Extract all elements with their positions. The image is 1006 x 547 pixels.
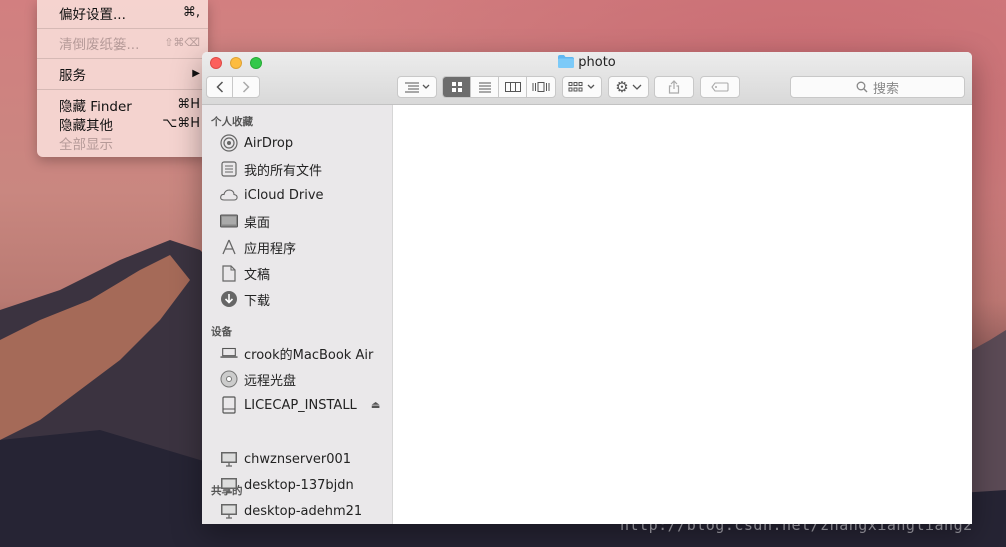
list-view-button[interactable] bbox=[471, 77, 499, 97]
submenu-arrow-icon: ▶ bbox=[192, 68, 200, 79]
menu-item-hide-finder[interactable]: 隐藏 Finder ⌘H bbox=[59, 95, 200, 115]
desktop-icon bbox=[220, 212, 238, 230]
sidebar-item-remote-disc[interactable]: 远程光盘 bbox=[220, 369, 296, 389]
menu-item-empty-trash[interactable]: 清倒废纸篓... ⇧⌘⌫ bbox=[59, 33, 200, 53]
icon-view-button[interactable] bbox=[443, 77, 471, 97]
search-field[interactable]: 搜索 bbox=[790, 76, 965, 98]
icon-grid-icon bbox=[451, 82, 462, 92]
drive-icon bbox=[220, 396, 238, 414]
sidebar-item-downloads[interactable]: 下载 bbox=[220, 289, 270, 309]
view-mode-segmented bbox=[442, 76, 556, 98]
sidebar-item-desktop-adehm21[interactable]: desktop-adehm21 bbox=[220, 501, 362, 521]
sidebar-section-devices: 设备 bbox=[211, 326, 232, 338]
search-icon bbox=[856, 81, 868, 93]
sidebar-item-all-files[interactable]: 我的所有文件 bbox=[220, 159, 322, 179]
sidebar-item-documents[interactable]: 文稿 bbox=[220, 263, 270, 283]
window-title: photo bbox=[202, 55, 972, 72]
monitor-icon bbox=[220, 476, 238, 494]
sidebar-item-chwznserver001[interactable]: chwznserver001 bbox=[220, 449, 351, 469]
menu-separator bbox=[37, 89, 208, 90]
action-menu-button[interactable]: ⚙ bbox=[608, 76, 649, 98]
list-arrange-icon bbox=[405, 82, 430, 93]
chevron-down-icon bbox=[632, 84, 642, 90]
chevron-left-icon bbox=[215, 81, 223, 93]
all-files-icon bbox=[220, 160, 238, 178]
eject-icon[interactable]: ⏏ bbox=[371, 400, 380, 411]
sidebar-section-favorites: 个人收藏 bbox=[211, 116, 253, 128]
folder-icon bbox=[558, 55, 575, 72]
columns-icon bbox=[504, 82, 521, 92]
disc-icon bbox=[220, 370, 238, 388]
menu-item-show-all[interactable]: 全部显示 bbox=[59, 133, 200, 153]
gear-icon: ⚙ bbox=[615, 77, 629, 96]
cloud-icon bbox=[220, 186, 238, 204]
sidebar-item-licecap-install[interactable]: LICECAP_INSTALL ⏏ bbox=[220, 395, 380, 415]
laptop-icon bbox=[220, 344, 238, 362]
chevron-right-icon bbox=[242, 81, 250, 93]
menu-item-preferences[interactable]: 偏好设置... ⌘, bbox=[59, 3, 200, 23]
sidebar-item-applications[interactable]: 应用程序 bbox=[220, 237, 296, 257]
finder-app-menu: 偏好设置... ⌘, 清倒废纸篓... ⇧⌘⌫ 服务 ▶ 隐藏 Finder ⌘… bbox=[37, 0, 208, 157]
monitor-icon bbox=[220, 450, 238, 468]
documents-icon bbox=[220, 264, 238, 282]
group-grid-icon bbox=[568, 82, 595, 92]
download-icon bbox=[220, 290, 238, 308]
file-browser-content[interactable] bbox=[393, 105, 972, 524]
tags-button[interactable] bbox=[700, 76, 740, 98]
nav-buttons bbox=[206, 76, 260, 98]
menu-separator bbox=[37, 58, 208, 59]
list-icon bbox=[478, 82, 491, 93]
finder-window: photo ⚙ 搜索 个人收藏 AirDrop 我的所有文件 iCloud Dr… bbox=[202, 52, 972, 524]
cover-flow-icon bbox=[532, 82, 550, 92]
tag-icon bbox=[711, 82, 729, 92]
cover-flow-button[interactable] bbox=[527, 77, 555, 97]
group-by-button[interactable] bbox=[562, 76, 602, 98]
share-icon bbox=[668, 80, 680, 94]
title-bar: photo ⚙ 搜索 bbox=[202, 52, 972, 105]
sidebar-item-desktop-137bjdn[interactable]: desktop-137bjdn bbox=[220, 475, 354, 495]
column-view-button[interactable] bbox=[499, 77, 527, 97]
watermark-text: http://blog.csdn.net/zhangxiangliang2 bbox=[620, 516, 973, 534]
menu-separator bbox=[37, 28, 208, 29]
applications-icon bbox=[220, 238, 238, 256]
share-button[interactable] bbox=[654, 76, 694, 98]
menu-item-services[interactable]: 服务 ▶ bbox=[59, 64, 200, 84]
menu-item-hide-others[interactable]: 隐藏其他 ⌥⌘H bbox=[59, 114, 200, 134]
back-button[interactable] bbox=[207, 77, 234, 97]
sidebar-item-macbook[interactable]: crook的MacBook Air bbox=[220, 343, 373, 363]
arrange-menu-button[interactable] bbox=[397, 76, 437, 98]
sidebar-item-desktop[interactable]: 桌面 bbox=[220, 211, 270, 231]
forward-button[interactable] bbox=[233, 77, 259, 97]
airdrop-icon bbox=[220, 134, 238, 152]
sidebar-item-icloud-drive[interactable]: iCloud Drive bbox=[220, 185, 324, 205]
sidebar-item-airdrop[interactable]: AirDrop bbox=[220, 133, 293, 153]
monitor-icon bbox=[220, 502, 238, 520]
